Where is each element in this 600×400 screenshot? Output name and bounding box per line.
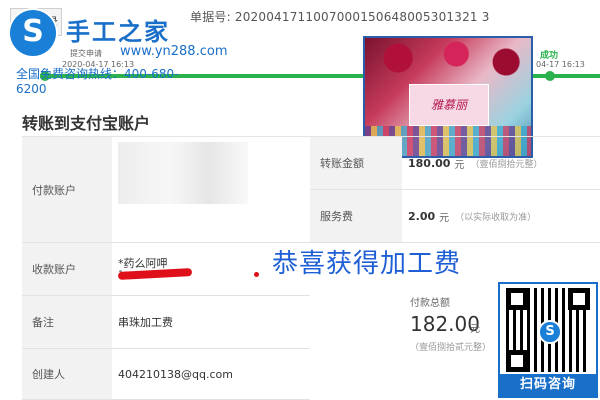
red-dot — [254, 272, 259, 277]
congrats-caption: 恭喜获得加工费 — [272, 249, 462, 279]
qr-finder-top-left — [508, 290, 526, 308]
qr-caption: 扫码咨询 — [500, 374, 596, 396]
qr-consult-box[interactable]: S 扫码咨询 — [498, 282, 598, 398]
fee-value-cell: 2.00 元 （以实际收取为准） — [402, 190, 600, 243]
logo-site: www.yn288.com — [120, 44, 228, 59]
payer-label: 付款账户 — [22, 137, 112, 243]
amount-label: 转账金额 — [310, 137, 402, 190]
remark-value: 串珠加工费 — [112, 296, 310, 349]
amount-value: 180.00 — [408, 156, 451, 170]
brand-logo: S 手工之家 全国免费咨询热线：400-680-6200 — [8, 8, 198, 96]
creator-value: 404210138@qq.com — [112, 349, 310, 400]
payee-label: 收款账户 — [22, 243, 112, 296]
order-number: 单据号: 2020041711007000150648005301321 3 — [190, 8, 490, 25]
qr-finder-top-right — [570, 290, 588, 308]
logo-hotline: 全国免费咨询热线：400-680-6200 — [16, 67, 179, 96]
creator-label: 创建人 — [22, 349, 112, 400]
payee-name: *药么阿呷 — [118, 257, 168, 270]
step-final-time: 04-17 16:13 — [536, 60, 585, 69]
logo-name: 手工之家 — [66, 18, 170, 46]
payer-redacted — [118, 142, 248, 204]
logo-icon: S — [10, 10, 56, 56]
amount-note: （壹佰捌拾元整） — [470, 159, 543, 170]
qr-code[interactable]: S — [506, 288, 590, 372]
total-label: 付款总额 — [410, 298, 450, 309]
remark-label: 备注 — [22, 296, 112, 349]
fee-note: （以实际收取为准） — [455, 212, 537, 223]
product-card-text: 雅慕丽 — [409, 84, 489, 126]
fee-value: 2.00 — [408, 209, 436, 223]
progress-step-final — [545, 71, 555, 81]
fee-unit: 元 — [439, 212, 450, 224]
amount-value-cell: 180.00 元 （壹佰捌拾元整） — [402, 137, 600, 190]
qr-finder-bottom-left — [508, 352, 526, 370]
total-unit: 元 — [470, 324, 480, 335]
section-title: 转账到支付宝账户 — [22, 114, 151, 133]
total-note: （壹佰捌拾贰元整） — [410, 343, 492, 353]
roses-image — [365, 38, 531, 78]
amount-unit: 元 — [454, 159, 465, 171]
fee-label: 服务费 — [310, 190, 402, 243]
qr-logo-icon: S — [538, 320, 562, 344]
order-number-value: 2020041711007000150648005301321 3 — [234, 10, 490, 24]
